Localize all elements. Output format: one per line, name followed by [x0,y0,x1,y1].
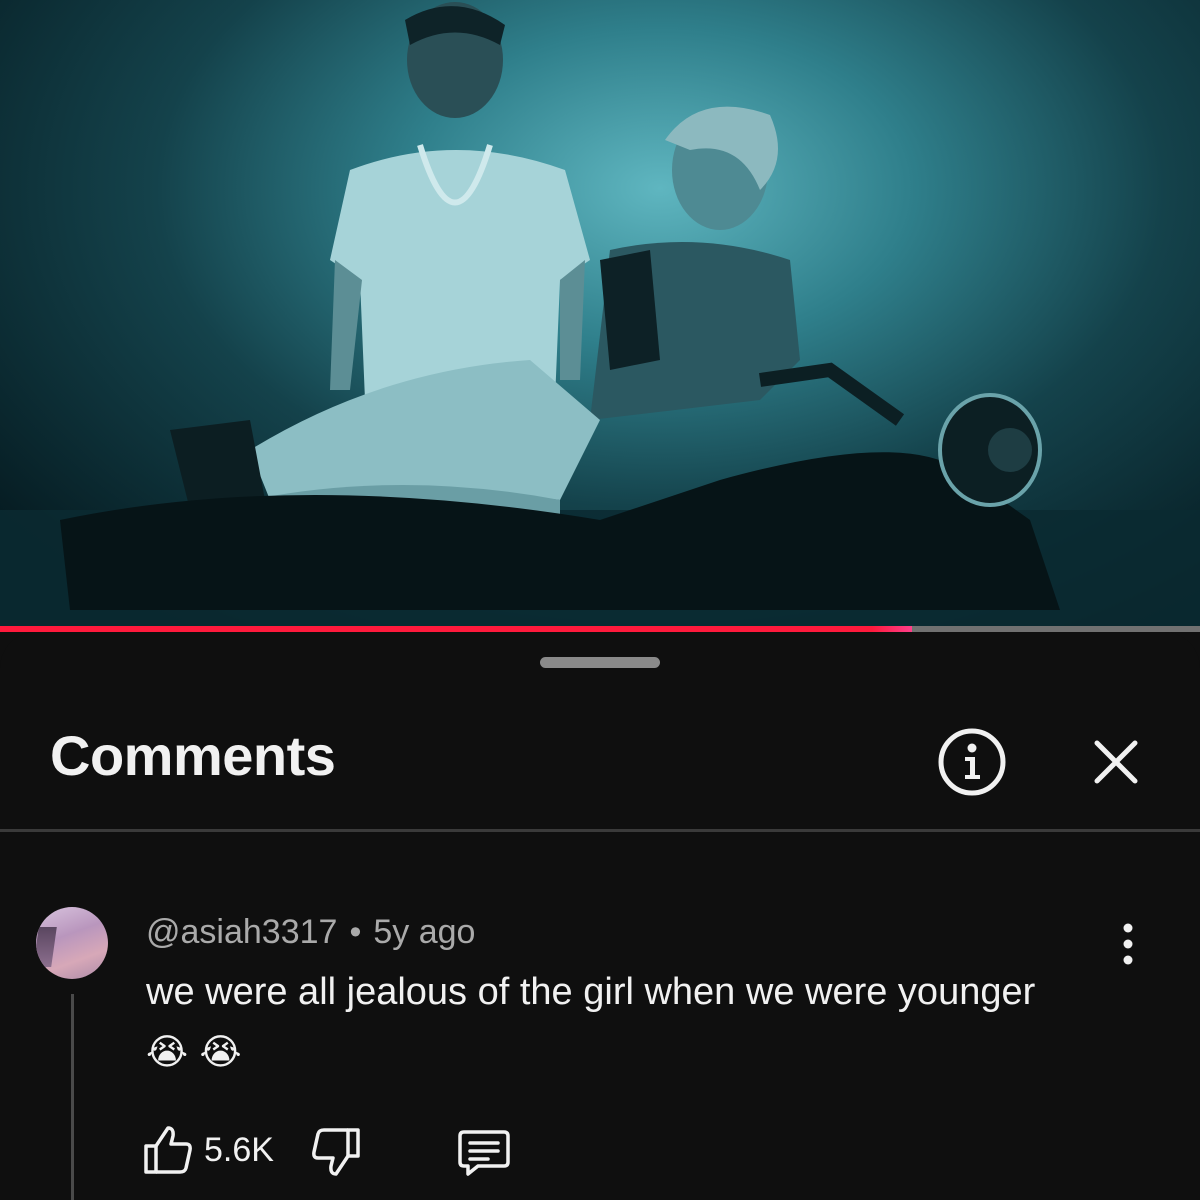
sheet-title: Comments [50,724,336,787]
comment-text: we were all jealous of the girl when we … [146,962,1046,1083]
close-icon[interactable] [1086,732,1146,792]
thread-line [71,994,74,1200]
video-player[interactable] [0,0,1200,628]
like-count: 5.6K [204,1131,274,1169]
drag-handle[interactable] [540,657,660,668]
comment-author[interactable]: @asiah3317 [146,913,337,951]
thumbs-down-icon[interactable] [308,1124,364,1180]
meta-separator: • [349,913,362,951]
reply-comment-icon[interactable] [456,1124,512,1180]
avatar[interactable] [36,907,108,979]
comment-time: 5y ago [373,913,476,951]
video-frame-image [0,2,1200,628]
thumbs-up-icon[interactable] [140,1122,196,1178]
header-divider [0,829,1200,832]
more-vertical-icon[interactable] [1108,920,1148,968]
comments-sheet: Comments @asiah3317 • 5y ago we were all j… [0,632,1200,1200]
comment-meta: @asiah3317 • 5y ago [146,912,475,952]
comment-emojis: 😭 😭 [146,1032,242,1073]
comment-body: we were all jealous of the girl when we … [146,971,1036,1013]
info-icon[interactable] [935,725,1009,799]
